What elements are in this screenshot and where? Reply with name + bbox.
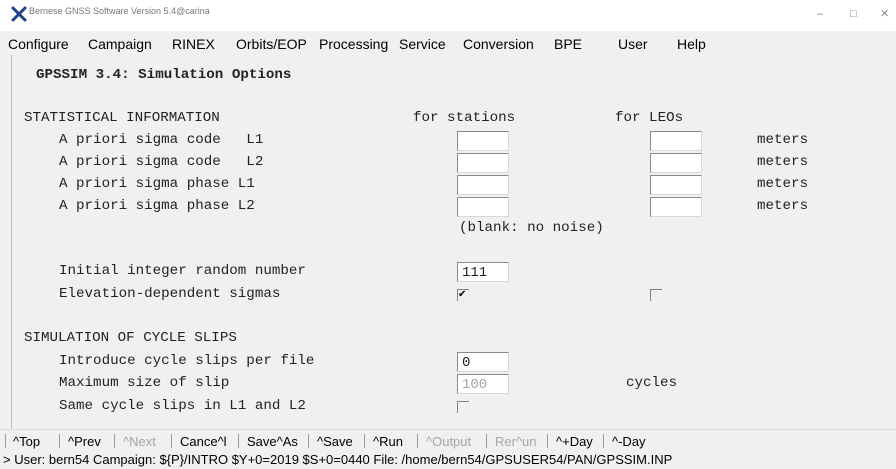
rerun-button[interactable]: Rer^un xyxy=(495,434,537,449)
plus-day-button[interactable]: ^+Day xyxy=(556,434,593,449)
bottom-toolbar: ^Top ^Prev ^Next Cance^l Save^As ^Save ^… xyxy=(0,429,896,452)
sigma-code-l2-stations-input[interactable] xyxy=(457,153,509,173)
random-number-input[interactable]: 111 xyxy=(457,262,509,282)
statistical-section-title: STATISTICAL INFORMATION xyxy=(24,110,220,126)
menu-bpe[interactable]: BPE xyxy=(554,36,582,52)
sigma-code-l2-label: A priori sigma code L2 xyxy=(59,154,264,170)
sigma-code-l2-unit: meters xyxy=(757,154,809,170)
toolbar-separator xyxy=(114,434,115,448)
sigma-phase-l2-label: A priori sigma phase L2 xyxy=(59,198,255,214)
output-button[interactable]: ^Output xyxy=(426,434,471,449)
save-button[interactable]: ^Save xyxy=(317,434,353,449)
toolbar-separator xyxy=(547,434,548,448)
maximize-button[interactable]: □ xyxy=(850,7,857,21)
sigma-phase-l1-stations-input[interactable] xyxy=(457,175,509,195)
leos-column-header: for LEOs xyxy=(615,110,684,126)
elevation-sigmas-label: Elevation-dependent sigmas xyxy=(59,286,281,302)
sigma-phase-l1-unit: meters xyxy=(757,176,809,192)
sigma-phase-l2-leos-input[interactable] xyxy=(650,197,702,217)
sigma-code-l1-label: A priori sigma code L1 xyxy=(59,132,264,148)
sigma-phase-l2-unit: meters xyxy=(757,198,809,214)
window-title: Bernese GNSS Software Version 5.4@carina xyxy=(29,6,210,16)
prev-button[interactable]: ^Prev xyxy=(68,434,101,449)
panel-left-border xyxy=(11,55,12,429)
menu-rinex[interactable]: RINEX xyxy=(172,36,215,52)
status-text: > User: bern54 Campaign: ${P}/INTRO $Y+0… xyxy=(3,452,673,467)
same-slips-checkbox[interactable] xyxy=(457,401,469,413)
max-slip-size-label: Maximum size of slip xyxy=(59,375,230,391)
no-noise-note: (blank: no noise) xyxy=(459,220,604,236)
run-button[interactable]: ^Run xyxy=(373,434,403,449)
menu-orbits-eop[interactable]: Orbits/EOP xyxy=(236,36,307,52)
toolbar-separator xyxy=(59,434,60,448)
sigma-phase-l2-stations-input[interactable] xyxy=(457,197,509,217)
sigma-code-l1-leos-input[interactable] xyxy=(650,131,702,151)
toolbar-separator xyxy=(171,434,172,448)
menu-conversion[interactable]: Conversion xyxy=(463,36,534,52)
status-bar: > User: bern54 Campaign: ${P}/INTRO $Y+0… xyxy=(0,451,896,469)
sigma-phase-l1-leos-input[interactable] xyxy=(650,175,702,195)
sigma-code-l1-unit: meters xyxy=(757,132,809,148)
elevation-leos-checkbox[interactable] xyxy=(650,289,662,301)
checkmark-icon: ✔ xyxy=(458,289,467,300)
toolbar-separator xyxy=(308,434,309,448)
sigma-code-l2-leos-input[interactable] xyxy=(650,153,702,173)
minimize-button[interactable]: – xyxy=(817,7,823,21)
sigma-code-l1-stations-input[interactable] xyxy=(457,131,509,151)
menu-processing[interactable]: Processing xyxy=(319,36,388,52)
menu-bar: Configure Campaign RINEX Orbits/EOP Proc… xyxy=(0,31,896,56)
page-title: GPSSIM 3.4: Simulation Options xyxy=(36,67,292,83)
menu-configure[interactable]: Configure xyxy=(8,36,69,52)
menu-service[interactable]: Service xyxy=(399,36,446,52)
toolbar-separator xyxy=(5,434,6,448)
toolbar-separator xyxy=(417,434,418,448)
introduce-slips-label: Introduce cycle slips per file xyxy=(59,353,315,369)
max-slip-size-unit: cycles xyxy=(626,375,678,391)
toolbar-separator xyxy=(603,434,604,448)
menu-help[interactable]: Help xyxy=(677,36,706,52)
next-button[interactable]: ^Next xyxy=(123,434,156,449)
cycle-slips-section-title: SIMULATION OF CYCLE SLIPS xyxy=(24,330,237,346)
title-bar: Bernese GNSS Software Version 5.4@carina… xyxy=(0,0,896,31)
max-slip-size-input[interactable]: 100 xyxy=(457,374,509,394)
same-slips-label: Same cycle slips in L1 and L2 xyxy=(59,398,306,414)
toolbar-separator xyxy=(364,434,365,448)
stations-column-header: for stations xyxy=(413,110,516,126)
top-button[interactable]: ^Top xyxy=(13,434,40,449)
sigma-phase-l1-label: A priori sigma phase L1 xyxy=(59,176,255,192)
random-number-label: Initial integer random number xyxy=(59,263,306,279)
cancel-button[interactable]: Cance^l xyxy=(180,434,227,449)
bernese-app-icon xyxy=(11,6,27,22)
close-button[interactable]: ✕ xyxy=(880,7,889,21)
save-as-button[interactable]: Save^As xyxy=(247,434,298,449)
toolbar-separator xyxy=(486,434,487,448)
menu-campaign[interactable]: Campaign xyxy=(88,36,152,52)
toolbar-separator xyxy=(238,434,239,448)
minus-day-button[interactable]: ^-Day xyxy=(612,434,646,449)
menu-user[interactable]: User xyxy=(618,36,648,52)
introduce-slips-input[interactable]: 0 xyxy=(457,352,509,372)
elevation-stations-checkbox[interactable]: ✔ xyxy=(457,289,469,301)
